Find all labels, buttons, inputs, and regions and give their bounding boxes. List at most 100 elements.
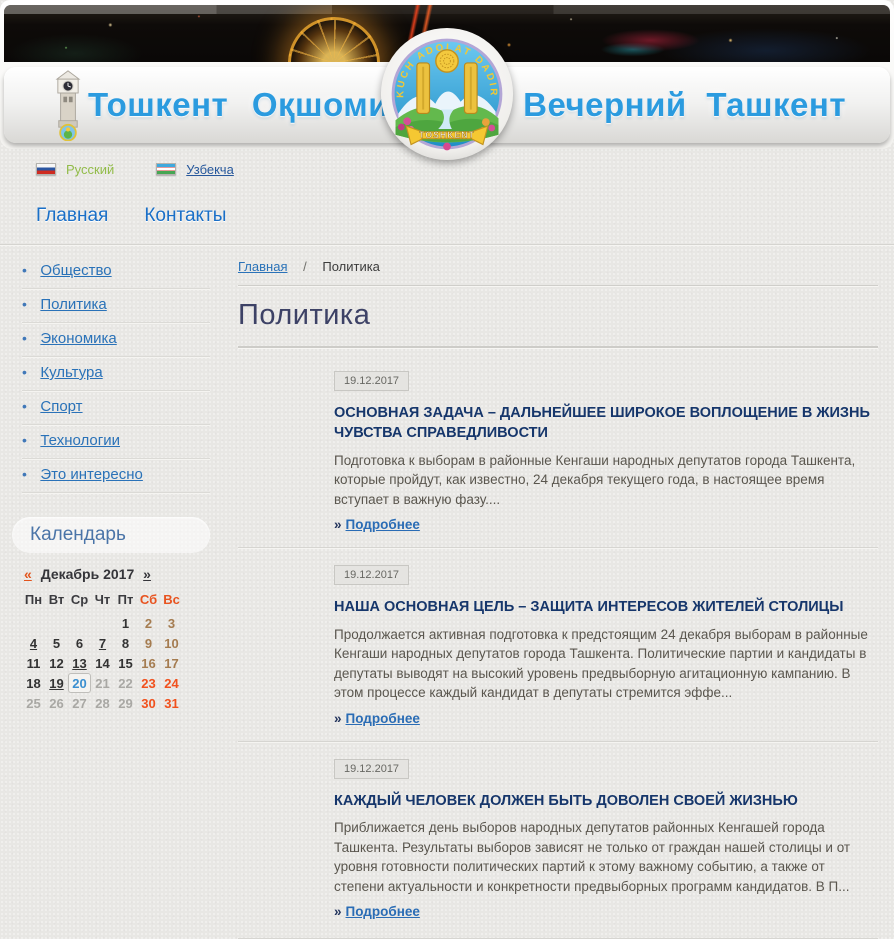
- breadcrumb-home-link[interactable]: Главная: [238, 259, 287, 274]
- calendar-next-month-link[interactable]: »: [143, 566, 151, 582]
- article-title: ОСНОВНАЯ ЗАДАЧА – ДАЛЬНЕЙШЕЕ ШИРОКОЕ ВОП…: [334, 403, 878, 444]
- calendar-day-cell: 18: [22, 673, 45, 693]
- calendar-day-cell: 16: [137, 653, 160, 673]
- calendar-day-cell: [45, 613, 68, 633]
- article-more-row: » Подробнее: [334, 710, 878, 728]
- sidebar-menu-link[interactable]: Общество: [40, 262, 111, 279]
- calendar-day-header: Пт: [114, 592, 137, 613]
- sidebar-menu-item: • Политика: [22, 289, 210, 323]
- calendar-day-cell: [68, 613, 91, 633]
- article-teaser: 19.12.2017 НАША ОСНОВНАЯ ЦЕЛЬ – ЗАЩИТА И…: [238, 547, 878, 741]
- calendar-day-cell[interactable]: 4: [22, 633, 45, 653]
- calendar-day-cell: [91, 613, 114, 633]
- calendar-widget-title: Календарь: [12, 517, 210, 553]
- article-teaser: 19.12.2017 ОСНОВНАЯ ЗАДАЧА – ДАЛЬНЕЙШЕЕ …: [238, 354, 878, 547]
- sidebar-menu-item: • Общество: [22, 255, 210, 289]
- article-excerpt: Продолжается активная подготовка к предс…: [334, 625, 878, 703]
- calendar-day-cell: 28: [91, 693, 114, 713]
- calendar-day-cell: 26: [45, 693, 68, 713]
- calendar-day-header: Пн: [22, 592, 45, 613]
- read-more-link[interactable]: Подробнее: [346, 517, 420, 532]
- article-list: 19.12.2017 ОСНОВНАЯ ЗАДАЧА – ДАЛЬНЕЙШЕЕ …: [238, 354, 878, 934]
- nav-link[interactable]: Контакты: [144, 205, 226, 227]
- sidebar-menu-link[interactable]: Спорт: [40, 398, 82, 415]
- breadcrumb-separator: /: [303, 259, 307, 274]
- breadcrumb: Главная / Политика: [238, 259, 878, 274]
- bullet-icon: •: [22, 330, 27, 346]
- calendar-day-cell: 11: [22, 653, 45, 673]
- ferris-wheel-lights: [288, 17, 380, 62]
- calendar-day-header: Сб: [137, 592, 160, 613]
- language-item-uzbek[interactable]: Узбекча: [156, 162, 234, 177]
- article-excerpt: Приближается день выборов народных депут…: [334, 818, 878, 896]
- sidebar-menu-item: • Культура: [22, 357, 210, 391]
- calendar-day-cell: 23: [137, 673, 160, 693]
- sidebar-menu-link[interactable]: Это интересно: [40, 466, 143, 483]
- sidebar-menu-item: • Экономика: [22, 323, 210, 357]
- calendar-day-cell[interactable]: 19: [45, 673, 68, 693]
- main-column: Главная / Политика Политика 19.12.2017 О…: [218, 245, 894, 939]
- bullet-icon: •: [22, 364, 27, 380]
- sidebar-menu-link[interactable]: Политика: [40, 296, 106, 313]
- calendar-day-cell: 31: [160, 693, 183, 713]
- calendar-day-cell: 17: [160, 653, 183, 673]
- calendar-day-cell[interactable]: 13: [68, 653, 91, 673]
- language-current-label: Русский: [66, 162, 114, 177]
- russia-flag-icon: [36, 163, 56, 175]
- language-item-russian: Русский: [36, 162, 114, 177]
- calendar-prev-month-link[interactable]: «: [24, 566, 32, 582]
- language-link-uzbek[interactable]: Узбекча: [186, 162, 234, 177]
- emblem-ribbon-text: TOSHKENT: [419, 130, 475, 140]
- sidebar-menu-link[interactable]: Технологии: [40, 432, 120, 449]
- calendar-day-header: Ср: [68, 592, 91, 613]
- more-arrow: »: [334, 711, 342, 726]
- bullet-icon: •: [22, 466, 27, 482]
- article-teaser: 19.12.2017 КАЖДЫЙ ЧЕЛОВЕК ДОЛЖЕН БЫТЬ ДО…: [238, 741, 878, 935]
- bullet-icon: •: [22, 398, 27, 414]
- more-arrow: »: [334, 517, 342, 532]
- calendar-day-cell: 6: [68, 633, 91, 653]
- article-more-row: » Подробнее: [334, 516, 878, 534]
- calendar-day-cell: 30: [137, 693, 160, 713]
- sidebar: • Общество • Политика • Экономика •: [0, 245, 218, 939]
- sidebar-menu-link[interactable]: Культура: [40, 364, 102, 381]
- clock-tower-icon: [50, 69, 86, 141]
- calendar-day-cell: 25: [22, 693, 45, 713]
- calendar-day-header: Вс: [160, 592, 183, 613]
- read-more-link[interactable]: Подробнее: [346, 711, 420, 726]
- calendar-day-cell: 21: [91, 673, 114, 693]
- content-area: • Общество • Политика • Экономика •: [0, 244, 894, 939]
- calendar-month-label: Декабрь 2017: [41, 566, 135, 582]
- sidebar-menu-item: • Спорт: [22, 391, 210, 425]
- nav-link[interactable]: Главная: [36, 205, 108, 227]
- page-title: Политика: [238, 299, 878, 332]
- calendar-day-cell: 27: [68, 693, 91, 713]
- calendar-day-cell: 22: [114, 673, 137, 693]
- calendar-day-cell: 29: [114, 693, 137, 713]
- calendar-day-cell: 1: [114, 613, 137, 633]
- header: Тошкент Оқшоми Вечерний Ташкент KUCH ADO…: [0, 0, 894, 149]
- calendar-day-header: Чт: [91, 592, 114, 613]
- bullet-icon: •: [22, 432, 27, 448]
- article-excerpt: Подготовка к выборам в районные Кенгаши …: [334, 451, 878, 510]
- calendar-day-cell: 9: [137, 633, 160, 653]
- bullet-icon: •: [22, 296, 27, 312]
- read-more-link[interactable]: Подробнее: [346, 904, 420, 919]
- breadcrumb-divider: [238, 285, 878, 286]
- calendar-day-cell: 2: [137, 613, 160, 633]
- article-more-row: » Подробнее: [334, 903, 878, 921]
- sidebar-menu: • Общество • Политика • Экономика •: [22, 255, 210, 493]
- calendar-month-nav: « Декабрь 2017 »: [24, 566, 210, 582]
- article-date-badge: 19.12.2017: [334, 565, 409, 585]
- more-arrow: »: [334, 904, 342, 919]
- page: Тошкент Оқшоми Вечерний Ташкент KUCH ADO…: [0, 0, 894, 939]
- sidebar-menu-link[interactable]: Экономика: [40, 330, 116, 347]
- main-nav: Главная Контакты: [36, 205, 894, 227]
- calendar-day-cell[interactable]: 7: [91, 633, 114, 653]
- calendar-day-cell: 8: [114, 633, 137, 653]
- uzbekistan-flag-icon: [156, 163, 176, 175]
- calendar-day-cell: 14: [91, 653, 114, 673]
- bullet-icon: •: [22, 262, 27, 278]
- calendar-table: ПнВтСрЧтПтСбВс 1234567891011121314151617…: [22, 592, 183, 713]
- calendar-day-cell: 12: [45, 653, 68, 673]
